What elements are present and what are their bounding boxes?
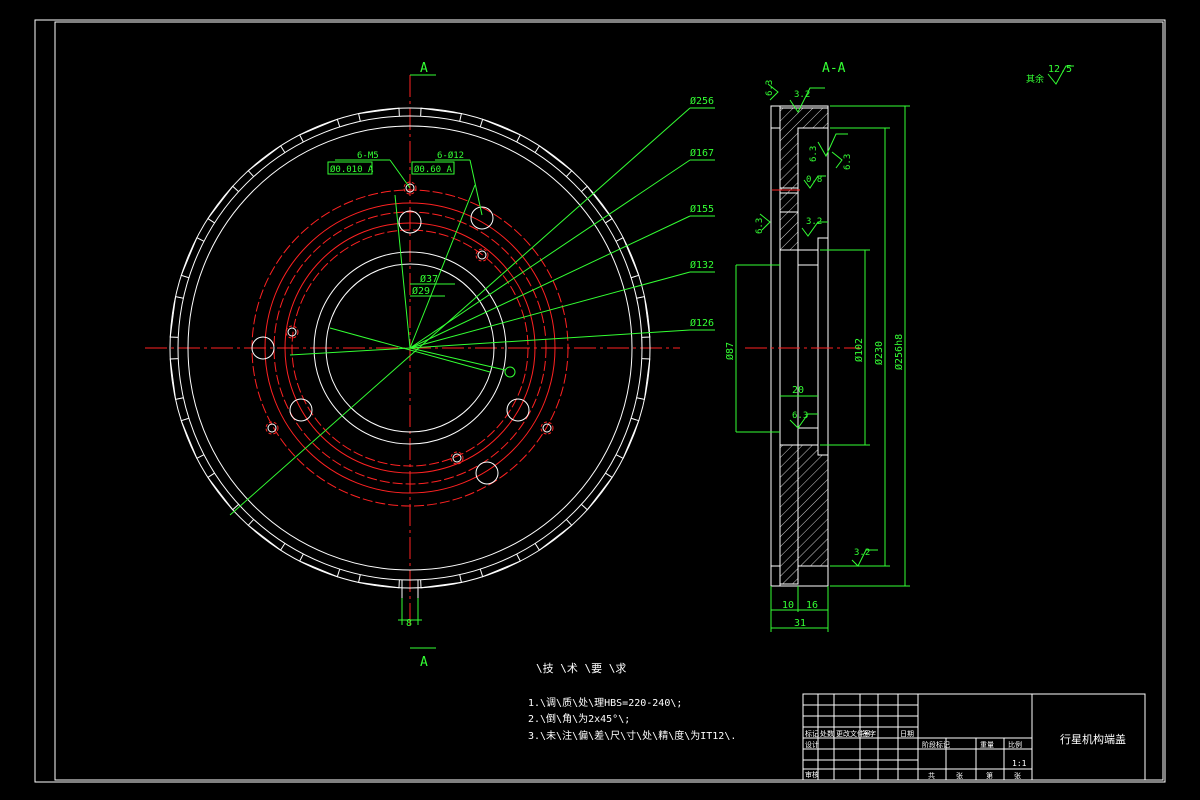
section-title: A-A — [822, 61, 846, 76]
section-marker-top: A — [420, 61, 428, 76]
roughness-1: 3.2 — [794, 90, 810, 100]
roughness-9: 3.2 — [854, 548, 870, 558]
roughness-6: 3.2 — [806, 217, 822, 227]
tb-row-label-0: 标记 — [805, 729, 819, 738]
tb-bottom-label-0: 共 — [928, 771, 935, 780]
dim-d256: Ø256h8 — [893, 334, 905, 370]
roughness-8: 6.3 — [792, 411, 808, 421]
tb-stage-label-0: 阶段标记 — [922, 740, 950, 749]
hole-callout-2: 6-Ø12 — [437, 150, 464, 161]
notes-heading: \技 \术 \要 \求 — [536, 662, 626, 675]
dia-126-label: Ø126 — [690, 317, 714, 329]
tb-row-label-4: 日期 — [900, 730, 914, 738]
dim-width-10: 10 — [782, 600, 794, 611]
background — [0, 0, 1200, 800]
tb-row-label-1: 处数 — [820, 729, 834, 738]
tb-row-label-3: 签字 — [862, 729, 876, 738]
general-roughness-value: 12.5 — [1048, 64, 1072, 75]
note-3: 3.\未\注\偏\差\尺\寸\处\精\度\为IT12\. — [528, 729, 736, 742]
tb-bottom-label-2: 第 — [986, 771, 993, 780]
roughness-7: 6.3 — [755, 218, 765, 234]
dim-d230: Ø230 — [873, 341, 885, 365]
dim-width-16: 16 — [806, 600, 818, 611]
note-1: 1.\调\质\处\理HBS=220-240\; — [528, 697, 682, 709]
tb-stage-label-1: 重量 — [980, 741, 994, 749]
dia-132-label: Ø132 — [690, 259, 714, 271]
roughness-5: 0.8 — [806, 175, 822, 185]
tolerance-frame-1-text: Ø0.010 A — [330, 164, 374, 175]
dia-256-label: Ø256 — [690, 95, 714, 107]
note-2: 2.\倒\角\为2x45°\; — [528, 713, 630, 725]
dim-d102: Ø102 — [853, 338, 865, 362]
tb-stage-label-2: 比例 — [1008, 740, 1022, 749]
dia-167-label: Ø167 — [690, 147, 714, 159]
general-roughness-prefix: 其余 — [1026, 73, 1044, 85]
hole-callout-1: 6-M5 — [357, 151, 379, 161]
tb-scale-value: 1:1 — [1012, 759, 1027, 768]
slot-width-label: 8 — [406, 618, 412, 629]
tolerance-frame-2-text: Ø0.60 A — [414, 164, 453, 175]
roughness-2: 6.3 — [765, 80, 775, 96]
cad-drawing: 8 A A Ø256 Ø167 Ø155 Ø132 Ø126 Ø37 Ø29 6… — [0, 0, 1200, 800]
part-name: 行星机构端盖 — [1060, 732, 1126, 746]
roughness-4: 6.3 — [843, 154, 853, 170]
bore-29-label: Ø29 — [412, 285, 430, 297]
dia-155-label: Ø155 — [690, 203, 714, 215]
tb-bottom-label-1: 张 — [956, 771, 963, 780]
dim-width-31: 31 — [794, 618, 806, 629]
tb-bottom-label-3: 张 — [1014, 771, 1021, 780]
tb-check-label: 审核 — [805, 770, 819, 779]
tb-design-label: 设计 — [805, 740, 819, 749]
bore-37-label: Ø37 — [420, 273, 438, 285]
roughness-3: 6.3 — [809, 146, 819, 162]
dim-width-20: 20 — [792, 385, 804, 396]
dim-d87: Ø87 — [724, 342, 736, 360]
section-marker-bottom: A — [420, 655, 428, 670]
